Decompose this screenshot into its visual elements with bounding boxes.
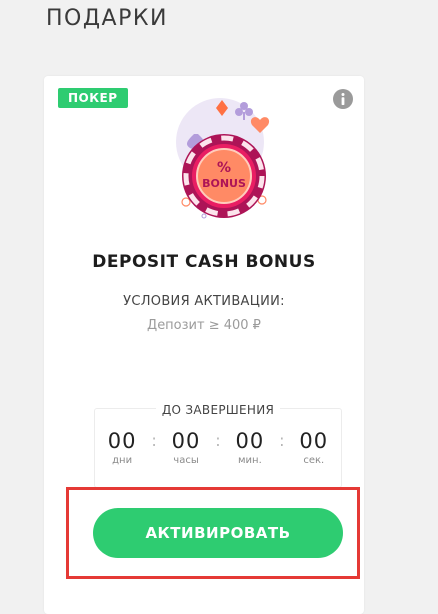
timer-days-value: 00 [107,429,137,453]
page-title: ПОДАРКИ [46,6,168,31]
chip-symbol: % [217,160,231,176]
timer-minutes-value: 00 [235,429,265,453]
timer-separator: : [151,431,157,450]
timer-seconds: 00 сек. [289,429,339,466]
timer-hours: 00 часы [161,429,211,466]
countdown-timer: ДО ЗАВЕРШЕНИЯ 00 дни : 00 часы : 00 мин.… [94,403,342,488]
category-badge: ПОКЕР [58,88,128,108]
activate-button[interactable]: АКТИВИРОВАТЬ [93,508,343,558]
timer-minutes: 00 мин. [225,429,275,466]
timer-minutes-caption: мин. [238,455,262,466]
timer-days-caption: дни [112,455,133,466]
bonus-card: ПОКЕР % BONUS DEPOSIT CASH BONUS УСЛОВИЯ… [44,76,364,614]
info-icon[interactable] [332,88,354,110]
timer-days: 00 дни [97,429,147,466]
timer-hours-caption: часы [173,455,199,466]
poker-chip-bonus-icon: % BONUS [176,98,270,219]
timer-seconds-value: 00 [299,429,329,453]
timer-label: ДО ЗАВЕРШЕНИЯ [155,403,281,417]
timer-separator: : [279,431,285,450]
timer-separator: : [215,431,221,450]
chip-text: BONUS [202,177,246,190]
timer-seconds-caption: сек. [303,455,325,466]
bonus-title: DEPOSIT CASH BONUS [92,252,316,272]
conditions-value: Депозит ≥ 400 ₽ [147,318,261,333]
timer-hours-value: 00 [171,429,201,453]
conditions-label: УСЛОВИЯ АКТИВАЦИИ: [123,294,285,309]
